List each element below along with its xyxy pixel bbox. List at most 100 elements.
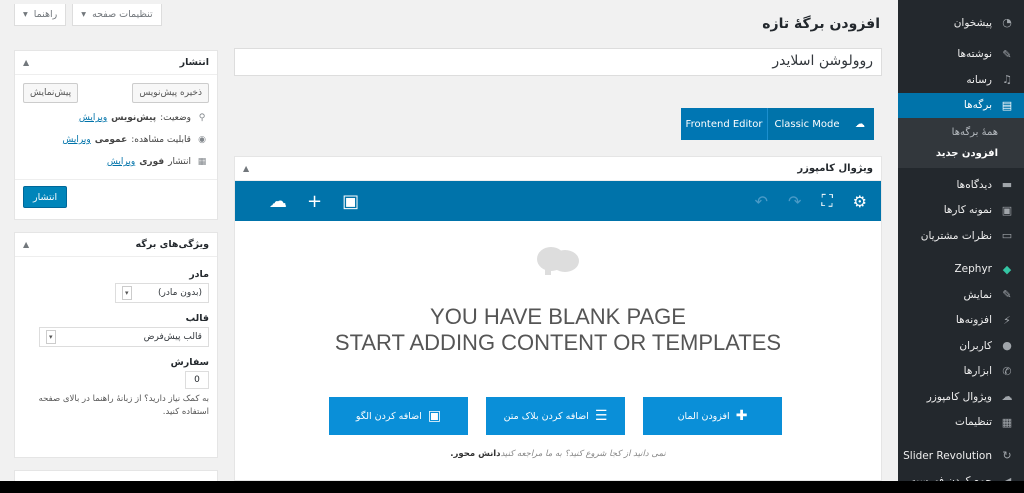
- menu-item-testimonials[interactable]: ▭ نظرات مشتریان: [898, 223, 1024, 249]
- help-tab[interactable]: راهنما ▾: [14, 4, 67, 26]
- main-content: راهنما ▾ تنظیمات صفحه ▾ افزودن برگهٔ تاز…: [0, 0, 898, 481]
- page-title: افزودن برگهٔ تازه: [762, 16, 880, 32]
- undo-icon[interactable]: ↶: [755, 192, 768, 211]
- add-element-button[interactable]: ✚ افزودن المان: [643, 397, 782, 435]
- publish-heading: انتشار: [179, 57, 209, 68]
- toggle-arrow-icon[interactable]: ▲: [23, 240, 29, 249]
- dashboard-icon: ◔: [1002, 16, 1012, 30]
- status-value: پیش‌نویس: [111, 113, 157, 123]
- post-title-input[interactable]: روولوشن اسلایدر: [234, 48, 882, 76]
- diamond-icon: ◆: [1002, 262, 1012, 276]
- add-template-button[interactable]: ▣ اضافه کردن الگو: [329, 397, 468, 435]
- add-text-block-label: اضافه کردن بلاک متن: [503, 410, 589, 422]
- blank-actions: ▣ اضافه کردن الگو ☰ اضافه کردن بلاک متن …: [329, 397, 782, 435]
- caret-down-icon: ▾: [81, 9, 87, 20]
- schedule-edit-link[interactable]: ویرایش: [107, 157, 135, 167]
- menu-item-label: ویژوال کامپوزر: [926, 390, 992, 403]
- calendar-icon: ▦: [197, 157, 207, 167]
- portfolio-icon: ▣: [1001, 203, 1013, 217]
- appearance-icon: ✎: [1002, 288, 1012, 302]
- visibility-label: قابلیت مشاهده:: [131, 135, 191, 145]
- classic-mode-button[interactable]: Classic Mode: [768, 108, 846, 140]
- eye-icon: ◉: [198, 135, 206, 145]
- submenu-add-new[interactable]: افزودن جدید: [898, 143, 1024, 164]
- menu-item-posts[interactable]: ✎ نوشته‌ها: [898, 42, 1024, 68]
- add-text-block-button[interactable]: ☰ اضافه کردن بلاک متن: [486, 397, 625, 435]
- menu-item-appearance[interactable]: ✎ نمایش: [898, 282, 1024, 308]
- visibility-value: عمومی: [94, 135, 128, 145]
- next-box-edge: [14, 470, 218, 481]
- menu-item-dashboard[interactable]: ◔ پیشخوان: [898, 10, 1024, 36]
- page-attributes-box: ویژگی‌های برگه ▲ مادر (بدون مادر) ▾ قالب…: [14, 232, 218, 458]
- parent-label: مادر: [189, 268, 209, 280]
- menu-item-media[interactable]: ♫ رسانه: [898, 67, 1024, 93]
- settings-gear-icon[interactable]: ⚙: [853, 192, 867, 211]
- status-edit-link[interactable]: ویرایش: [79, 113, 107, 123]
- menu-item-label: کاربران: [959, 339, 992, 352]
- menu-item-users[interactable]: ● کاربران: [898, 333, 1024, 359]
- publish-box: انتشار ▲ ذخیره پیش‌نویس پیش‌نمایش ⚲ وضعی…: [14, 50, 218, 220]
- schedule-label: انتشار: [168, 157, 191, 167]
- add-template-label: اضافه کردن الگو: [355, 410, 422, 422]
- save-draft-button[interactable]: ذخیره پیش‌نویس: [132, 83, 209, 103]
- menu-item-comments[interactable]: ▬ دیدگاه‌ها: [898, 172, 1024, 198]
- preview-button[interactable]: پیش‌نمایش: [23, 83, 79, 103]
- vc-logo-icon[interactable]: ☁: [846, 108, 874, 140]
- testimonials-icon: ▭: [1001, 229, 1013, 243]
- vc-icon: ☁: [1001, 390, 1013, 404]
- status-label: وضعیت:: [160, 113, 191, 123]
- frontend-editor-button[interactable]: Frontend Editor: [681, 108, 768, 140]
- publish-button[interactable]: انتشار: [23, 186, 68, 208]
- vc-logo-icon[interactable]: ☁: [269, 191, 287, 212]
- fullscreen-icon[interactable]: ⛶: [821, 191, 832, 211]
- submenu-all-pages[interactable]: همهٔ برگه‌ها: [898, 122, 1024, 143]
- toggle-arrow-icon[interactable]: ▲: [243, 164, 249, 173]
- menu-item-label: نوشته‌ها: [957, 48, 992, 61]
- menu-item-pages[interactable]: ▤ برگه‌ها: [890, 92, 1024, 118]
- blank-line-2: START ADDING CONTENT OR TEMPLATES: [334, 330, 782, 355]
- settings-icon: ▦: [1001, 415, 1013, 429]
- publish-box-header[interactable]: انتشار ▲: [15, 51, 217, 75]
- menu-item-slider-revolution[interactable]: ↻ Slider Revolution: [898, 443, 1024, 469]
- blank-cloud-icon: [537, 247, 579, 275]
- menu-item-visual-composer[interactable]: ☁ ویژوال کامپوزر: [898, 384, 1024, 410]
- screen-options-tab[interactable]: تنظیمات صفحه ▾: [72, 4, 162, 26]
- plus-icon: ✚: [735, 408, 748, 424]
- redo-icon[interactable]: ↷: [788, 192, 801, 211]
- knowledge-base-hint: نمی دانید از کجا شروع کنید؟ به ما مراجعه…: [235, 449, 881, 459]
- templates-icon[interactable]: ▣: [342, 191, 359, 212]
- tools-icon: ✆: [1002, 364, 1012, 378]
- menu-item-label: تنظیمات: [954, 416, 992, 429]
- screen-options-label: تنظیمات صفحه: [92, 9, 153, 20]
- visual-composer-panel: ویژوال کامپوزر ▲ ☁ + ▣ ↶ ↷ ⛶ ⚙ YOU HAVE …: [234, 156, 882, 481]
- menu-item-label: ابزارها: [963, 365, 992, 378]
- blank-page-message: YOU HAVE BLANK PAGE START ADDING CONTENT…: [235, 304, 881, 356]
- composer-toolbar: ☁ + ▣ ↶ ↷ ⛶ ⚙: [235, 181, 881, 221]
- editor-mode-bar: Frontend Editor Classic Mode ☁: [681, 108, 874, 140]
- visibility-row: ◉ قابلیت مشاهده: عمومی ویرایش: [15, 129, 217, 151]
- menu-item-plugins[interactable]: ⚡ افزونه‌ها: [898, 308, 1024, 334]
- template-select[interactable]: قالب پیش‌فرض ▾: [39, 327, 209, 347]
- composer-header[interactable]: ویژوال کامپوزر ▲: [235, 157, 881, 181]
- order-input[interactable]: 0: [185, 371, 209, 389]
- page-attributes-header[interactable]: ویژگی‌های برگه ▲: [15, 233, 217, 257]
- menu-item-settings[interactable]: ▦ تنظیمات: [898, 410, 1024, 436]
- menu-item-label: نظرات مشتریان: [920, 229, 992, 242]
- help-tab-label: راهنما: [33, 9, 58, 20]
- hint-text: نمی دانید از کجا شروع کنید؟ به ما مراجعه…: [500, 449, 666, 459]
- schedule-value: فوری: [139, 157, 165, 167]
- menu-item-zephyr[interactable]: ◆ Zephyr: [898, 257, 1024, 283]
- add-element-icon[interactable]: +: [307, 191, 322, 212]
- menu-item-tools[interactable]: ✆ ابزارها: [898, 359, 1024, 385]
- refresh-icon: ↻: [1002, 449, 1012, 463]
- parent-select[interactable]: (بدون مادر) ▾: [115, 283, 209, 303]
- status-row: ⚲ وضعیت: پیش‌نویس ویرایش: [15, 107, 217, 129]
- menu-item-label: پیشخوان: [953, 16, 992, 29]
- pages-submenu: همهٔ برگه‌ها افزودن جدید: [898, 118, 1024, 168]
- visibility-edit-link[interactable]: ویرایش: [62, 135, 90, 145]
- menu-item-portfolio[interactable]: ▣ نمونه کارها: [898, 198, 1024, 224]
- template-icon: ▣: [427, 408, 442, 424]
- toggle-arrow-icon[interactable]: ▲: [23, 58, 29, 67]
- template-label: قالب: [185, 312, 209, 324]
- knowledge-base-link[interactable]: دانش محور.: [450, 449, 500, 459]
